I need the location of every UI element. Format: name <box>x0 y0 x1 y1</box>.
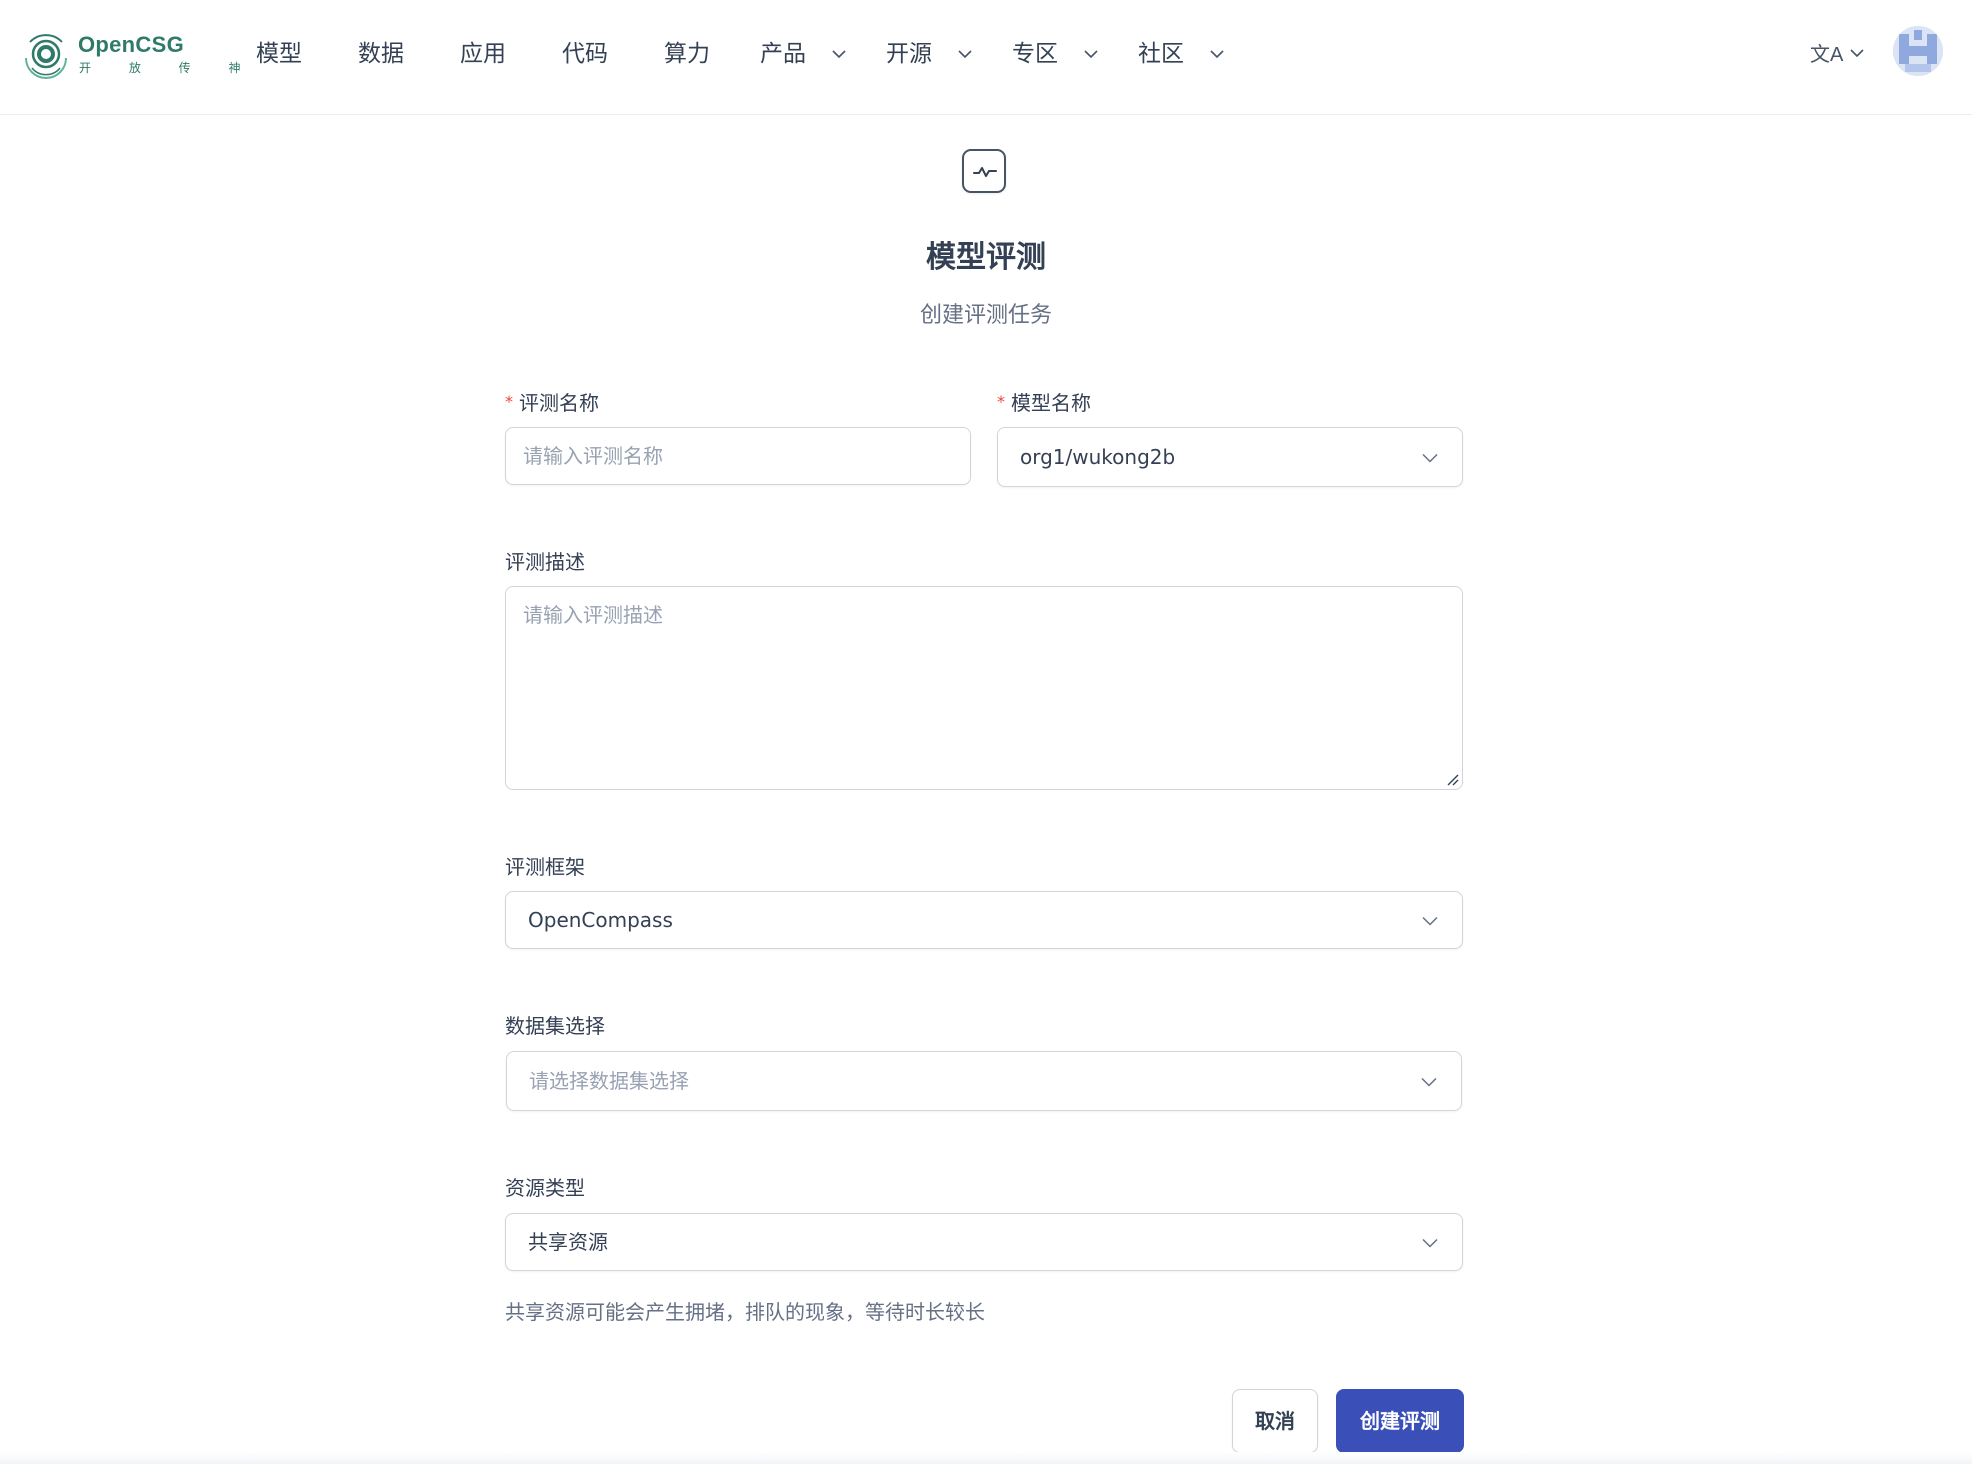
framework-select[interactable]: OpenCompass <box>505 891 1463 949</box>
resize-handle-icon[interactable] <box>1445 772 1459 786</box>
nav-item-label: 模型 <box>256 41 302 67</box>
model-name-label-text: 模型名称 <box>1011 391 1091 415</box>
nav-item-label: 数据 <box>358 41 404 67</box>
eval-name-input[interactable] <box>506 428 970 484</box>
nav-item-label: 算力 <box>664 41 710 67</box>
eval-name-label: * 评测名称 <box>505 387 599 416</box>
page-subtitle: 创建评测任务 <box>919 303 1052 328</box>
resource-type-hint: 共享资源可能会产生拥堵，排队的现象，等待时长较长 <box>505 1300 985 1324</box>
chevron-down-icon <box>958 50 972 59</box>
nav-item-models[interactable]: 模型 <box>256 34 302 74</box>
brand-name: OpenCSG <box>78 32 184 57</box>
eval-name-field <box>505 427 971 485</box>
activity-chart-icon <box>962 149 1006 193</box>
page-title: 模型评测 <box>926 240 1046 275</box>
chevron-down-icon <box>1422 453 1438 463</box>
resource-type-value: 共享资源 <box>528 1230 608 1254</box>
dataset-select[interactable]: 请选择数据集选择 <box>506 1051 1462 1111</box>
required-mark: * <box>505 392 513 411</box>
opencsg-logo-mark-icon <box>25 34 67 79</box>
nav-item-datasets[interactable]: 数据 <box>358 34 404 74</box>
framework-label: 评测框架 <box>505 855 585 879</box>
cancel-button[interactable]: 取消 <box>1232 1389 1318 1453</box>
nav-item-label: 社区 <box>1138 41 1184 67</box>
model-name-value: org1/wukong2b <box>1020 445 1176 469</box>
nav-item-open-source[interactable]: 开源 <box>886 34 978 74</box>
create-evaluation-button[interactable]: 创建评测 <box>1336 1389 1464 1453</box>
nav-item-code[interactable]: 代码 <box>562 34 608 74</box>
bottom-edge <box>0 1452 1972 1464</box>
model-name-label: * 模型名称 <box>997 387 1091 416</box>
nav-item-zones[interactable]: 专区 <box>1012 34 1104 74</box>
nav-item-compute[interactable]: 算力 <box>664 34 710 74</box>
resource-type-select[interactable]: 共享资源 <box>505 1213 1463 1271</box>
nav-item-spaces[interactable]: 应用 <box>460 34 506 74</box>
description-textarea[interactable] <box>506 587 1462 789</box>
eval-name-label-text: 评测名称 <box>519 391 599 415</box>
brand-tagline: 开 放 传 神 <box>79 61 258 75</box>
chevron-down-icon <box>832 50 846 59</box>
framework-value: OpenCompass <box>528 908 673 932</box>
chevron-down-icon <box>1084 50 1098 59</box>
translate-icon: 文A <box>1810 44 1844 66</box>
language-switcher[interactable]: 文A <box>1810 38 1866 68</box>
nav-item-label: 专区 <box>1012 41 1058 67</box>
chevron-down-icon <box>1422 916 1438 926</box>
required-mark: * <box>997 392 1005 411</box>
description-field <box>505 586 1463 790</box>
nav-item-label: 代码 <box>562 41 608 67</box>
nav-item-label: 开源 <box>886 41 932 67</box>
chevron-down-icon <box>1210 50 1224 59</box>
avatar-pattern-icon <box>1893 26 1943 76</box>
nav-item-community[interactable]: 社区 <box>1138 34 1230 74</box>
page: OpenCSG 开 放 传 神 模型 数据 应用 代码 算力 产品 开源 专区 … <box>0 0 1972 1464</box>
nav-item-label: 产品 <box>760 41 806 67</box>
opencsg-logo[interactable]: OpenCSG 开 放 传 神 <box>22 28 240 80</box>
description-label: 评测描述 <box>505 550 585 574</box>
user-avatar[interactable] <box>1893 26 1943 76</box>
top-navbar: OpenCSG 开 放 传 神 模型 数据 应用 代码 算力 产品 开源 专区 … <box>0 0 1972 115</box>
dataset-label: 数据集选择 <box>505 1014 605 1038</box>
resource-type-label: 资源类型 <box>505 1176 585 1200</box>
nav-item-products[interactable]: 产品 <box>760 34 852 74</box>
nav-item-label: 应用 <box>460 41 506 67</box>
chevron-down-icon <box>1421 1077 1437 1087</box>
chevron-down-icon <box>1422 1238 1438 1248</box>
model-name-select[interactable]: org1/wukong2b <box>997 427 1463 487</box>
dataset-placeholder: 请选择数据集选择 <box>529 1069 689 1093</box>
chevron-down-icon <box>1850 49 1864 58</box>
